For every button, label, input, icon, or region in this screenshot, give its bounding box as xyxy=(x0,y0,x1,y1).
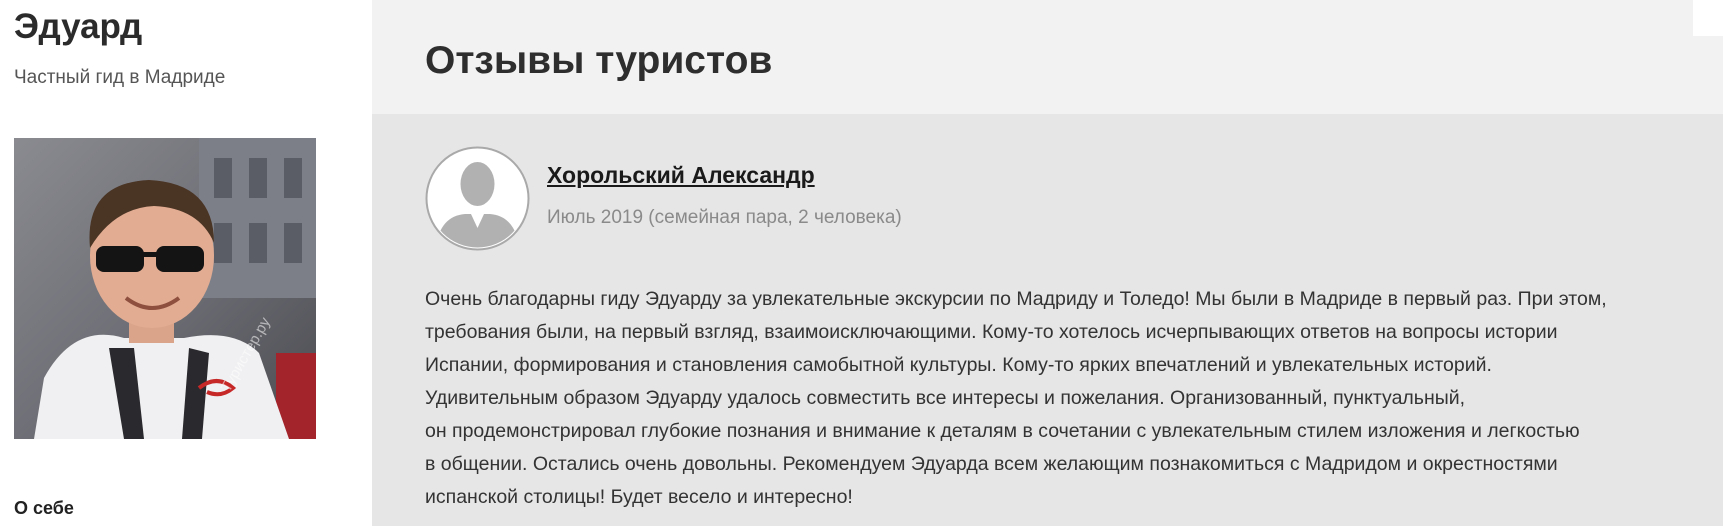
review-text-line: он продемонстрировал глубокие познания и… xyxy=(425,420,1580,442)
guide-name: Эдуард xyxy=(14,7,143,46)
review-text: Очень благодарны гиду Эдуарду за увлекат… xyxy=(425,283,1723,514)
review-meta: Июль 2019 (семейная пара, 2 человека) xyxy=(547,207,902,228)
about-heading: О себе xyxy=(14,498,74,518)
review-text-line: Очень благодарны гиду Эдуарду за увлекат… xyxy=(425,288,1607,310)
guide-subtitle: Частный гид в Мадриде xyxy=(14,67,226,88)
user-avatar-icon[interactable] xyxy=(425,146,530,251)
reviews-main: Отзывы туристов Хорольский Александр Июл… xyxy=(372,0,1723,526)
reviews-header: Отзывы туристов xyxy=(372,0,1723,114)
review-text-line: Удивительным образом Эдуарду удалось сов… xyxy=(425,387,1466,409)
reviewer-name-link[interactable]: Хорольский Александр xyxy=(547,160,815,190)
review-text-line: Испании, формирования и становления само… xyxy=(425,354,1492,376)
section-title: Отзывы туристов xyxy=(425,39,773,82)
guide-photo[interactable]: Туристер.ру xyxy=(14,138,316,439)
guide-sidebar: Эдуард Частный гид в Мадриде Туристер.ру… xyxy=(0,0,372,526)
corner-widget xyxy=(1693,0,1723,36)
review-text-line: испанской столицы! Будет весело и интере… xyxy=(425,486,853,508)
review-text-line: в общении. Остались очень довольны. Реко… xyxy=(425,453,1558,475)
review-text-line: требования были, на первый взгляд, взаим… xyxy=(425,321,1558,343)
